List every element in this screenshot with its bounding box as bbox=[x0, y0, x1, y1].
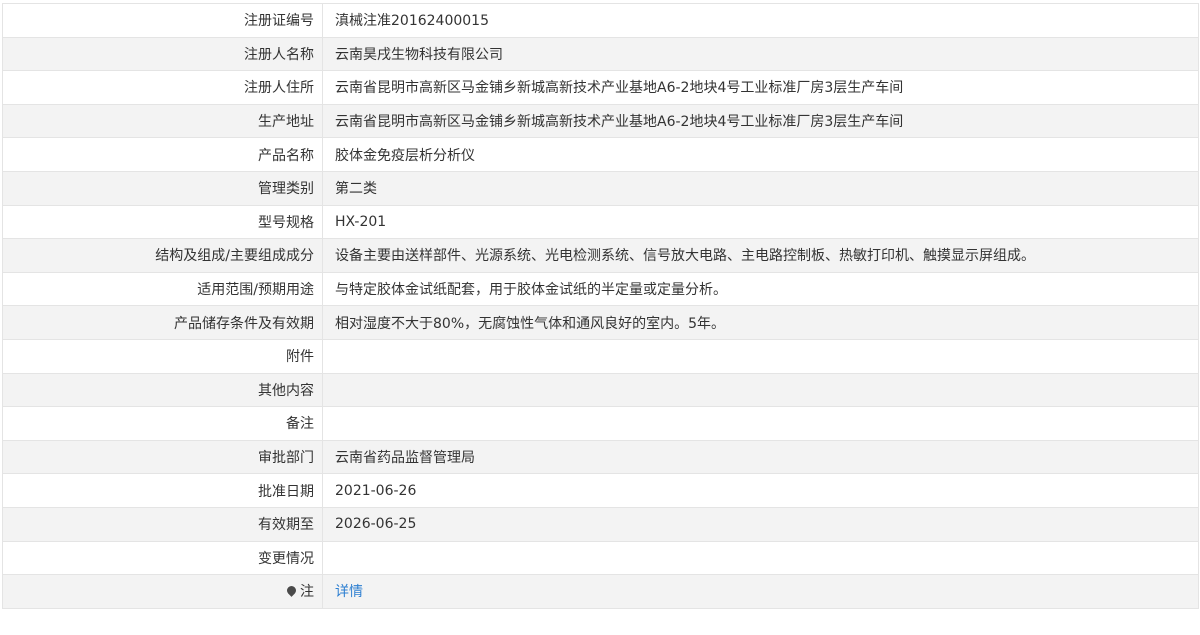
value-management-category: 第二类 bbox=[323, 171, 1199, 205]
value-registration-number: 滇械注准20162400015 bbox=[323, 4, 1199, 37]
registration-info-table: 注册证编号 滇械注准20162400015 注册人名称 云南昊戌生物科技有限公司… bbox=[2, 3, 1199, 609]
label-other-content: 其他内容 bbox=[3, 373, 323, 407]
value-intended-use: 与特定胶体金试纸配套，用于胶体金试纸的半定量或定量分析。 bbox=[323, 272, 1199, 306]
value-registrant-name: 云南昊戌生物科技有限公司 bbox=[323, 37, 1199, 71]
value-change-status bbox=[323, 541, 1199, 575]
value-storage-validity: 相对湿度不大于80%，无腐蚀性气体和通风良好的室内。5年。 bbox=[323, 306, 1199, 339]
value-approval-department: 云南省药品监督管理局 bbox=[323, 440, 1199, 474]
label-product-name: 产品名称 bbox=[3, 138, 323, 171]
row-registration-number: 注册证编号 滇械注准20162400015 bbox=[3, 4, 1199, 38]
row-storage-validity: 产品储存条件及有效期 相对湿度不大于80%，无腐蚀性气体和通风良好的室内。5年。 bbox=[3, 306, 1199, 340]
value-structure-composition: 设备主要由送样部件、光源系统、光电检测系统、信号放大电路、主电路控制板、热敏打印… bbox=[323, 239, 1199, 272]
row-remarks: 备注 bbox=[3, 407, 1199, 441]
row-registrant-address: 注册人住所 云南省昆明市高新区马金铺乡新城高新技术产业基地A6-2地块4号工业标… bbox=[3, 71, 1199, 105]
value-production-address: 云南省昆明市高新区马金铺乡新城高新技术产业基地A6-2地块4号工业标准厂房3层生… bbox=[323, 104, 1199, 138]
value-valid-until: 2026-06-25 bbox=[323, 507, 1199, 541]
label-change-status: 变更情况 bbox=[3, 541, 323, 575]
label-valid-until: 有效期至 bbox=[3, 507, 323, 541]
label-storage-validity: 产品储存条件及有效期 bbox=[3, 306, 323, 339]
value-note: 详情 bbox=[323, 575, 1199, 608]
label-approval-department: 审批部门 bbox=[3, 440, 323, 474]
row-other-content: 其他内容 bbox=[3, 373, 1199, 408]
row-approval-department: 审批部门 云南省药品监督管理局 bbox=[3, 440, 1199, 475]
row-intended-use: 适用范围/预期用途 与特定胶体金试纸配套，用于胶体金试纸的半定量或定量分析。 bbox=[3, 272, 1199, 307]
label-production-address: 生产地址 bbox=[3, 104, 323, 138]
row-product-name: 产品名称 胶体金免疫层析分析仪 bbox=[3, 138, 1199, 172]
value-model-spec: HX-201 bbox=[323, 205, 1199, 239]
note-label-text: 注 bbox=[300, 584, 314, 601]
row-management-category: 管理类别 第二类 bbox=[3, 171, 1199, 206]
row-valid-until: 有效期至 2026-06-25 bbox=[3, 507, 1199, 542]
label-management-category: 管理类别 bbox=[3, 171, 323, 205]
details-link[interactable]: 详情 bbox=[335, 581, 363, 601]
row-attachments: 附件 bbox=[3, 339, 1199, 374]
label-structure-composition: 结构及组成/主要组成成分 bbox=[3, 239, 323, 272]
row-structure-composition: 结构及组成/主要组成成分 设备主要由送样部件、光源系统、光电检测系统、信号放大电… bbox=[3, 239, 1199, 273]
location-pin-icon bbox=[285, 584, 298, 597]
value-registrant-address: 云南省昆明市高新区马金铺乡新城高新技术产业基地A6-2地块4号工业标准厂房3层生… bbox=[323, 71, 1199, 104]
row-change-status: 变更情况 bbox=[3, 541, 1199, 576]
row-production-address: 生产地址 云南省昆明市高新区马金铺乡新城高新技术产业基地A6-2地块4号工业标准… bbox=[3, 104, 1199, 139]
value-approval-date: 2021-06-26 bbox=[323, 474, 1199, 507]
row-note: 注 详情 bbox=[3, 575, 1199, 609]
row-approval-date: 批准日期 2021-06-26 bbox=[3, 474, 1199, 508]
label-registrant-address: 注册人住所 bbox=[3, 71, 323, 104]
label-registrant-name: 注册人名称 bbox=[3, 37, 323, 71]
label-registration-number: 注册证编号 bbox=[3, 4, 323, 37]
label-model-spec: 型号规格 bbox=[3, 205, 323, 239]
value-product-name: 胶体金免疫层析分析仪 bbox=[323, 138, 1199, 171]
label-approval-date: 批准日期 bbox=[3, 474, 323, 507]
label-attachments: 附件 bbox=[3, 339, 323, 373]
value-attachments bbox=[323, 339, 1199, 373]
label-remarks: 备注 bbox=[3, 407, 323, 440]
value-remarks bbox=[323, 407, 1199, 440]
label-note: 注 bbox=[3, 575, 323, 608]
row-model-spec: 型号规格 HX-201 bbox=[3, 205, 1199, 240]
label-intended-use: 适用范围/预期用途 bbox=[3, 272, 323, 306]
value-other-content bbox=[323, 373, 1199, 407]
row-registrant-name: 注册人名称 云南昊戌生物科技有限公司 bbox=[3, 37, 1199, 72]
